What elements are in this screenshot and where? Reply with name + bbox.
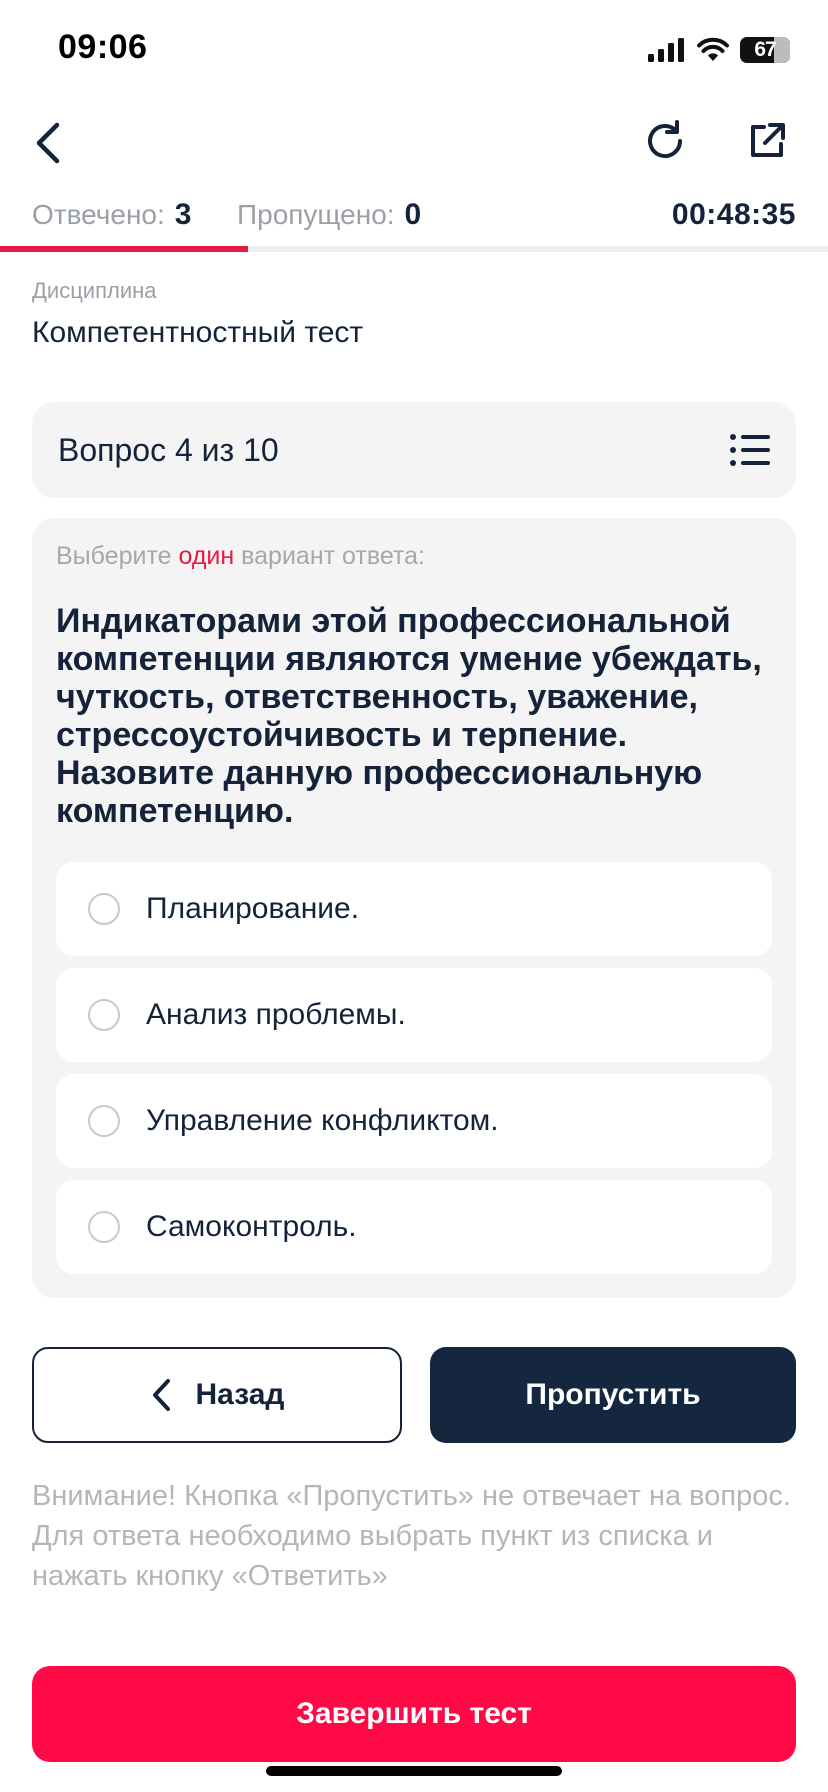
option-label: Самоконтроль.: [146, 1210, 357, 1243]
skip-button-label: Пропустить: [525, 1378, 701, 1411]
finish-test-button[interactable]: Завершить тест: [32, 1666, 796, 1762]
discipline-label: Дисциплина: [32, 278, 157, 303]
question-text: Индикаторами этой профессиональной компе…: [56, 602, 762, 830]
wifi-icon: [697, 37, 729, 61]
answer-option[interactable]: Самоконтроль.: [56, 1180, 772, 1274]
battery-level: 67: [754, 38, 776, 61]
radio-button[interactable]: [88, 1211, 120, 1243]
skipped-label: Пропущено:: [237, 199, 395, 230]
progress-bar: [0, 246, 828, 252]
radio-button[interactable]: [88, 893, 120, 925]
back-button[interactable]: Назад: [32, 1347, 402, 1443]
answer-instruction: Выберите один вариант ответа:: [56, 542, 425, 570]
answer-option[interactable]: Управление конфликтом.: [56, 1074, 772, 1168]
option-label: Анализ проблемы.: [146, 998, 406, 1031]
cellular-signal-icon: [648, 38, 684, 62]
radio-button[interactable]: [88, 1105, 120, 1137]
status-icons: 67: [648, 34, 790, 66]
answer-option[interactable]: Анализ проблемы.: [56, 968, 772, 1062]
home-indicator[interactable]: [266, 1766, 562, 1776]
skipped-counter: Пропущено: 0: [237, 198, 421, 232]
answered-counter: Отвечено: 3: [32, 198, 191, 232]
timer: 00:48:35: [671, 198, 796, 231]
question-number: Вопрос 4 из 10: [58, 431, 279, 468]
answered-value: 3: [174, 198, 192, 231]
status-time: 09:06: [58, 28, 148, 66]
list-icon[interactable]: [730, 434, 770, 466]
skip-button[interactable]: Пропустить: [430, 1347, 796, 1443]
radio-button[interactable]: [88, 999, 120, 1031]
answered-label: Отвечено:: [32, 199, 165, 230]
instruction-highlight: один: [178, 542, 235, 570]
battery-icon: 67: [740, 37, 790, 63]
open-external-button[interactable]: [738, 112, 796, 170]
chevron-left-icon: [36, 122, 60, 164]
test-counters: Отвечено: 3 Пропущено: 0 00:48:35: [32, 198, 796, 238]
discipline-value: Компетентностный тест: [32, 316, 364, 349]
progress-fill: [0, 246, 249, 252]
option-label: Управление конфликтом.: [146, 1104, 499, 1137]
external-link-icon: [751, 123, 785, 157]
back-nav-button[interactable]: [20, 115, 76, 171]
answer-option[interactable]: Планирование.: [56, 862, 772, 956]
finish-test-label: Завершить тест: [296, 1697, 532, 1730]
option-label: Планирование.: [146, 892, 360, 925]
back-button-label: Назад: [195, 1378, 285, 1411]
refresh-button[interactable]: [636, 112, 694, 170]
skip-notice: Внимание! Кнопка «Пропустить» не отвечае…: [32, 1480, 791, 1592]
question-navigator[interactable]: Вопрос 4 из 10: [32, 402, 796, 498]
question-card: Выберите один вариант ответа: Индикатора…: [32, 518, 796, 1298]
skipped-value: 0: [404, 198, 422, 231]
refresh-icon: [648, 120, 682, 158]
chevron-left-icon: [152, 1379, 170, 1411]
